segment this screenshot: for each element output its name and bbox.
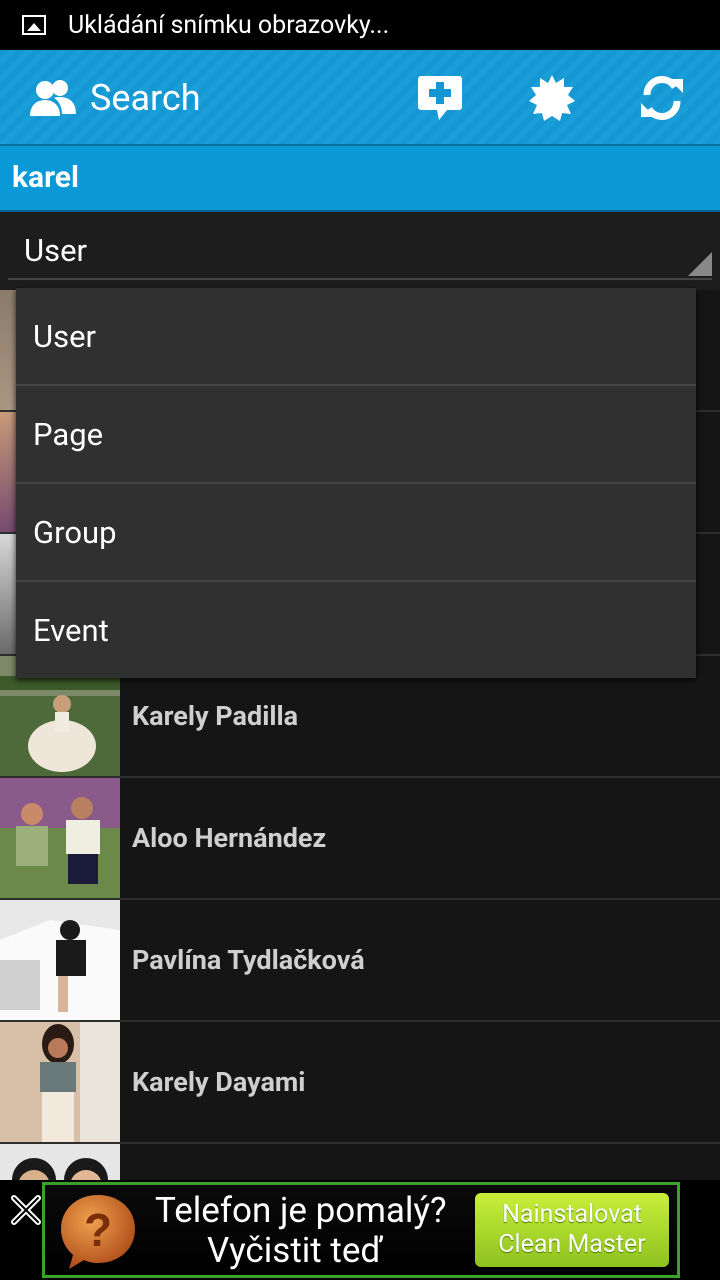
list-item[interactable]: Pavlína Tydlačková <box>0 900 720 1022</box>
install-button-line1: Nainstalovat <box>502 1200 642 1229</box>
install-button[interactable]: Nainstalovat Clean Master <box>475 1193 669 1267</box>
svg-text:?: ? <box>84 1204 112 1256</box>
avatar <box>0 900 120 1020</box>
list-item-name: Pavlína Tydlačková <box>132 944 365 976</box>
ad-banner[interactable]: ? Telefon je pomalý? Vyčistit teď Nainst… <box>42 1182 680 1278</box>
dropdown-option-page[interactable]: Page <box>16 386 696 484</box>
type-spinner[interactable]: User <box>8 222 712 280</box>
add-comment-icon <box>418 76 462 120</box>
badge-icon <box>529 75 575 121</box>
spinner-arrow-icon <box>688 252 712 276</box>
list-item[interactable]: Aloo Hernández <box>0 778 720 900</box>
action-bar: Search <box>0 50 720 146</box>
dropdown-option-label: Group <box>33 513 117 551</box>
status-text: Ukládání snímku obrazovky... <box>68 10 390 40</box>
dropdown-option-label: User <box>33 317 97 355</box>
dropdown-option-label: Page <box>33 415 104 453</box>
list-item-name: Karely Dayami <box>132 1066 306 1098</box>
list-item-name: Aloo Hernández <box>132 822 327 854</box>
dropdown-option-user[interactable]: User <box>16 288 696 386</box>
dropdown-option-label: Event <box>33 611 109 649</box>
avatar <box>0 1022 120 1142</box>
close-ad-icon[interactable] <box>8 1192 44 1228</box>
search-bar[interactable]: karel <box>0 146 720 212</box>
dropdown-option-group[interactable]: Group <box>16 484 696 582</box>
users-icon <box>30 80 76 116</box>
refresh-button[interactable] <box>636 72 688 124</box>
ad-subline: Vyčistit teď <box>207 1230 383 1271</box>
install-button-line2: Clean Master <box>498 1230 646 1259</box>
dropdown-option-event[interactable]: Event <box>16 582 696 678</box>
settings-button[interactable] <box>526 72 578 124</box>
ad-bar: ? Telefon je pomalý? Vyčistit teď Nainst… <box>0 1180 720 1280</box>
question-icon: ? <box>61 1195 135 1269</box>
search-query[interactable]: karel <box>12 160 79 196</box>
status-bar: Ukládání snímku obrazovky... <box>0 0 720 50</box>
refresh-icon <box>641 75 683 121</box>
page-title[interactable]: Search <box>90 78 201 118</box>
ad-headline: Telefon je pomalý? <box>155 1190 447 1231</box>
type-dropdown: User Page Group Event <box>16 288 696 678</box>
new-message-button[interactable] <box>414 72 466 124</box>
spinner-value: User <box>24 232 88 269</box>
screenshot-icon <box>22 15 46 35</box>
list-item[interactable]: Karely Dayami <box>0 1022 720 1144</box>
avatar <box>0 778 120 898</box>
